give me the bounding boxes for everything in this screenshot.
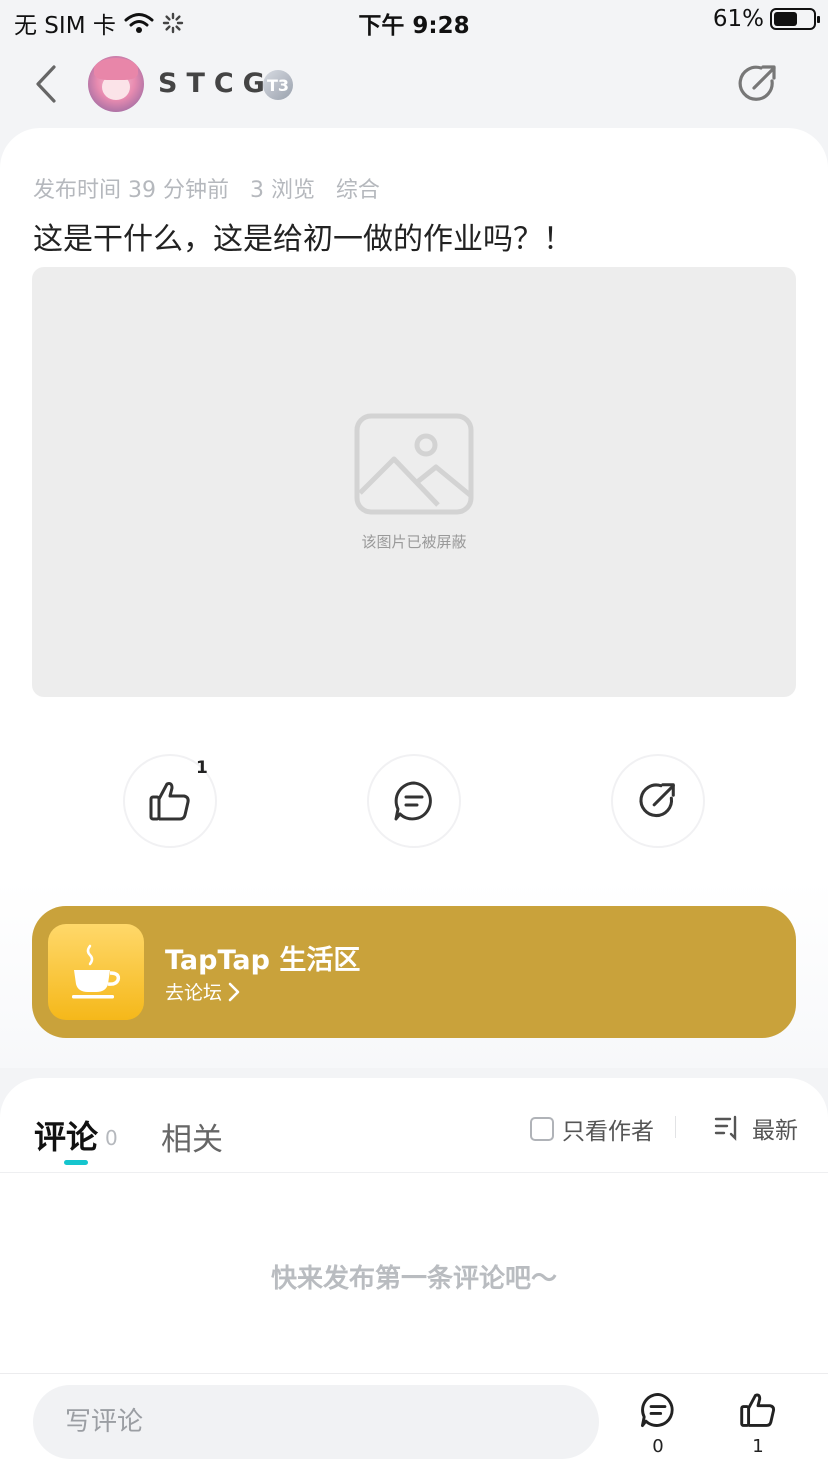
- back-arrow-icon: [36, 65, 56, 103]
- sort-label: 最新: [752, 1118, 798, 1144]
- status-bar: 无 SIM 卡 下午 9:28 61%: [0, 0, 828, 40]
- blocked-image[interactable]: 该图片已被屏蔽: [32, 267, 796, 697]
- divider: [675, 1116, 676, 1138]
- image-placeholder-icon: [354, 413, 474, 515]
- share-icon: [738, 65, 776, 101]
- go-to-forum-label: 去论坛: [165, 982, 223, 1004]
- post-header: STCG T3: [0, 48, 828, 124]
- bottom-bar: 0 1: [0, 1373, 828, 1472]
- back-button[interactable]: [28, 62, 64, 106]
- comment-button[interactable]: [367, 754, 461, 848]
- coffee-cup-icon: [48, 924, 144, 1020]
- bottom-like-count: 1: [752, 1436, 764, 1457]
- battery-percent: 61%: [712, 6, 764, 32]
- comment-icon: [640, 1392, 674, 1428]
- sort-button[interactable]: 最新: [714, 1111, 798, 1145]
- author-only-label: 只看作者: [562, 1119, 654, 1145]
- bottom-comment-count: 0: [652, 1436, 664, 1457]
- blocked-image-text: 该图片已被屏蔽: [361, 533, 467, 551]
- empty-comments-text: 快来发布第一条评论吧～: [270, 1264, 557, 1294]
- header-share-button[interactable]: [736, 62, 780, 106]
- author-only-checkbox[interactable]: [530, 1117, 554, 1141]
- thumbs-up-icon: [149, 782, 190, 821]
- chevron-right-icon: [228, 982, 240, 1001]
- status-time: 下午 9:28: [358, 13, 470, 39]
- username[interactable]: STCG: [158, 68, 274, 99]
- tab-comments-count: 0: [105, 1126, 118, 1150]
- sort-icon: [714, 1115, 737, 1141]
- avatar[interactable]: [88, 56, 144, 112]
- bottom-comment-button[interactable]: [633, 1390, 683, 1430]
- bottom-like-button[interactable]: [733, 1390, 783, 1430]
- thumbs-up-icon: [740, 1393, 776, 1427]
- tab-comments[interactable]: 评论: [34, 1112, 98, 1158]
- banner-title: TapTap 生活区: [165, 945, 361, 976]
- battery-icon: [770, 8, 820, 30]
- share-button[interactable]: [611, 754, 705, 848]
- share-icon: [639, 783, 675, 818]
- go-to-forum-link[interactable]: 去论坛: [165, 978, 240, 1005]
- active-tab-indicator: [64, 1160, 88, 1165]
- post-card: 发布时间 39 分钟前 3 浏览 综合 这是干什么，这是给初一做的作业吗？！ 该…: [0, 128, 828, 1068]
- forum-banner[interactable]: TapTap 生活区 去论坛: [32, 906, 796, 1038]
- comment-input[interactable]: [33, 1385, 599, 1459]
- author-only-toggle[interactable]: 只看作者: [530, 1112, 654, 1146]
- battery-fill: [774, 12, 797, 26]
- tabs-divider: [0, 1172, 828, 1173]
- post-meta: 发布时间 39 分钟前 3 浏览 综合: [33, 178, 380, 203]
- comment-icon: [394, 781, 432, 821]
- level-badge: T3: [263, 70, 293, 100]
- status-right: 61%: [712, 6, 820, 32]
- like-count: 1: [196, 758, 208, 778]
- tab-related[interactable]: 相关: [161, 1114, 223, 1159]
- post-title: 这是干什么，这是给初一做的作业吗？！: [33, 222, 573, 257]
- comments-section: 评论 0 相关 只看作者 最新 快来发布第一条评论吧～: [0, 1078, 828, 1373]
